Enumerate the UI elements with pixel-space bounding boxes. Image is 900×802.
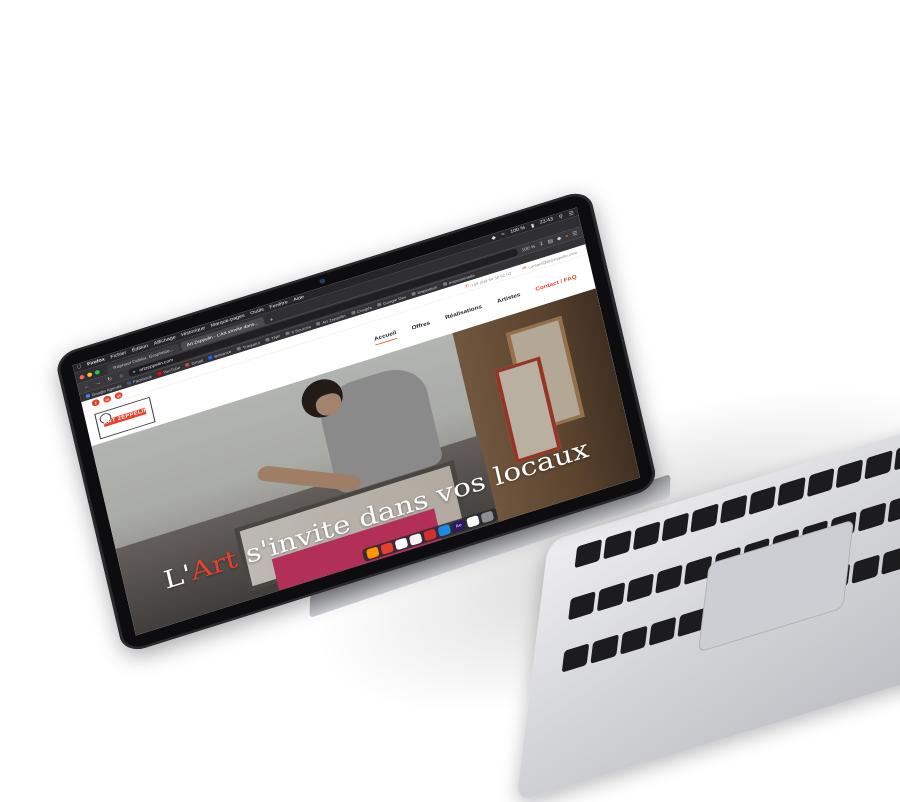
home-icon[interactable]: ⌂: [117, 372, 126, 379]
camera-icon: [319, 277, 326, 285]
download-icon[interactable]: ↧: [538, 241, 545, 247]
key: [568, 591, 596, 621]
dock-app-icon[interactable]: [380, 541, 394, 555]
vscode-icon[interactable]: [437, 523, 452, 537]
dock-app-icon[interactable]: [365, 546, 380, 560]
document-icon[interactable]: [466, 514, 480, 528]
folder-icon: [236, 346, 242, 351]
key: [858, 502, 887, 532]
facebook-icon: [126, 380, 132, 386]
nav-accueil[interactable]: Accueil: [373, 327, 398, 346]
nav-artistes[interactable]: Artistes: [496, 289, 522, 306]
calendar-icon: [85, 393, 91, 399]
key: [648, 616, 677, 646]
facebook-icon[interactable]: f: [91, 398, 101, 408]
finder-icon[interactable]: [408, 532, 423, 546]
folder-icon: [377, 302, 382, 307]
forward-arrow-icon[interactable]: →: [94, 379, 103, 387]
back-arrow-icon[interactable]: ←: [82, 383, 91, 390]
nav-offres[interactable]: Offres: [411, 317, 432, 333]
slack-icon[interactable]: [394, 537, 409, 551]
after-effects-icon[interactable]: Ae: [451, 519, 466, 533]
battery-icon[interactable]: ▮: [530, 222, 535, 229]
phone-icon: ✆: [464, 283, 470, 290]
folder-icon: [442, 281, 448, 287]
menu-icon[interactable]: ☰: [572, 230, 578, 237]
minimize-window-button[interactable]: [86, 371, 93, 378]
folder-icon: [265, 337, 270, 342]
key: [851, 554, 880, 584]
youtube-icon: [157, 371, 162, 376]
acrobat-icon[interactable]: [423, 528, 437, 542]
key: [626, 573, 654, 603]
key: [655, 564, 684, 594]
youtube-icon[interactable]: yt: [114, 391, 124, 400]
extension-icon[interactable]: ◆: [556, 235, 562, 242]
key: [887, 493, 900, 523]
folder-icon: [285, 331, 290, 336]
lock-icon: ●: [132, 368, 137, 375]
library-icon[interactable]: ▤: [547, 238, 554, 245]
trash-icon[interactable]: [480, 510, 495, 524]
mail-icon: ✉: [521, 265, 528, 272]
wifi-icon[interactable]: ≈: [501, 232, 505, 238]
gmail-icon: [185, 362, 191, 367]
key: [561, 643, 590, 673]
folder-icon: [350, 310, 356, 316]
key: [597, 582, 625, 612]
instagram-icon[interactable]: in: [102, 394, 112, 404]
folder-icon: [316, 321, 321, 326]
behance-icon: [208, 355, 213, 360]
reload-icon[interactable]: ↻: [105, 375, 114, 383]
key: [590, 634, 619, 664]
apple-icon[interactable]: : [77, 364, 82, 370]
key: [880, 545, 900, 576]
extension-icon[interactable]: ●: [565, 233, 570, 239]
zoom-window-button[interactable]: [94, 369, 101, 375]
key: [619, 625, 648, 655]
nav-contact-faq[interactable]: Contact / FAQ: [534, 271, 577, 294]
nav-realisations[interactable]: Réalisations: [444, 301, 483, 323]
close-window-button[interactable]: [79, 374, 85, 380]
folder-icon: [411, 291, 416, 297]
